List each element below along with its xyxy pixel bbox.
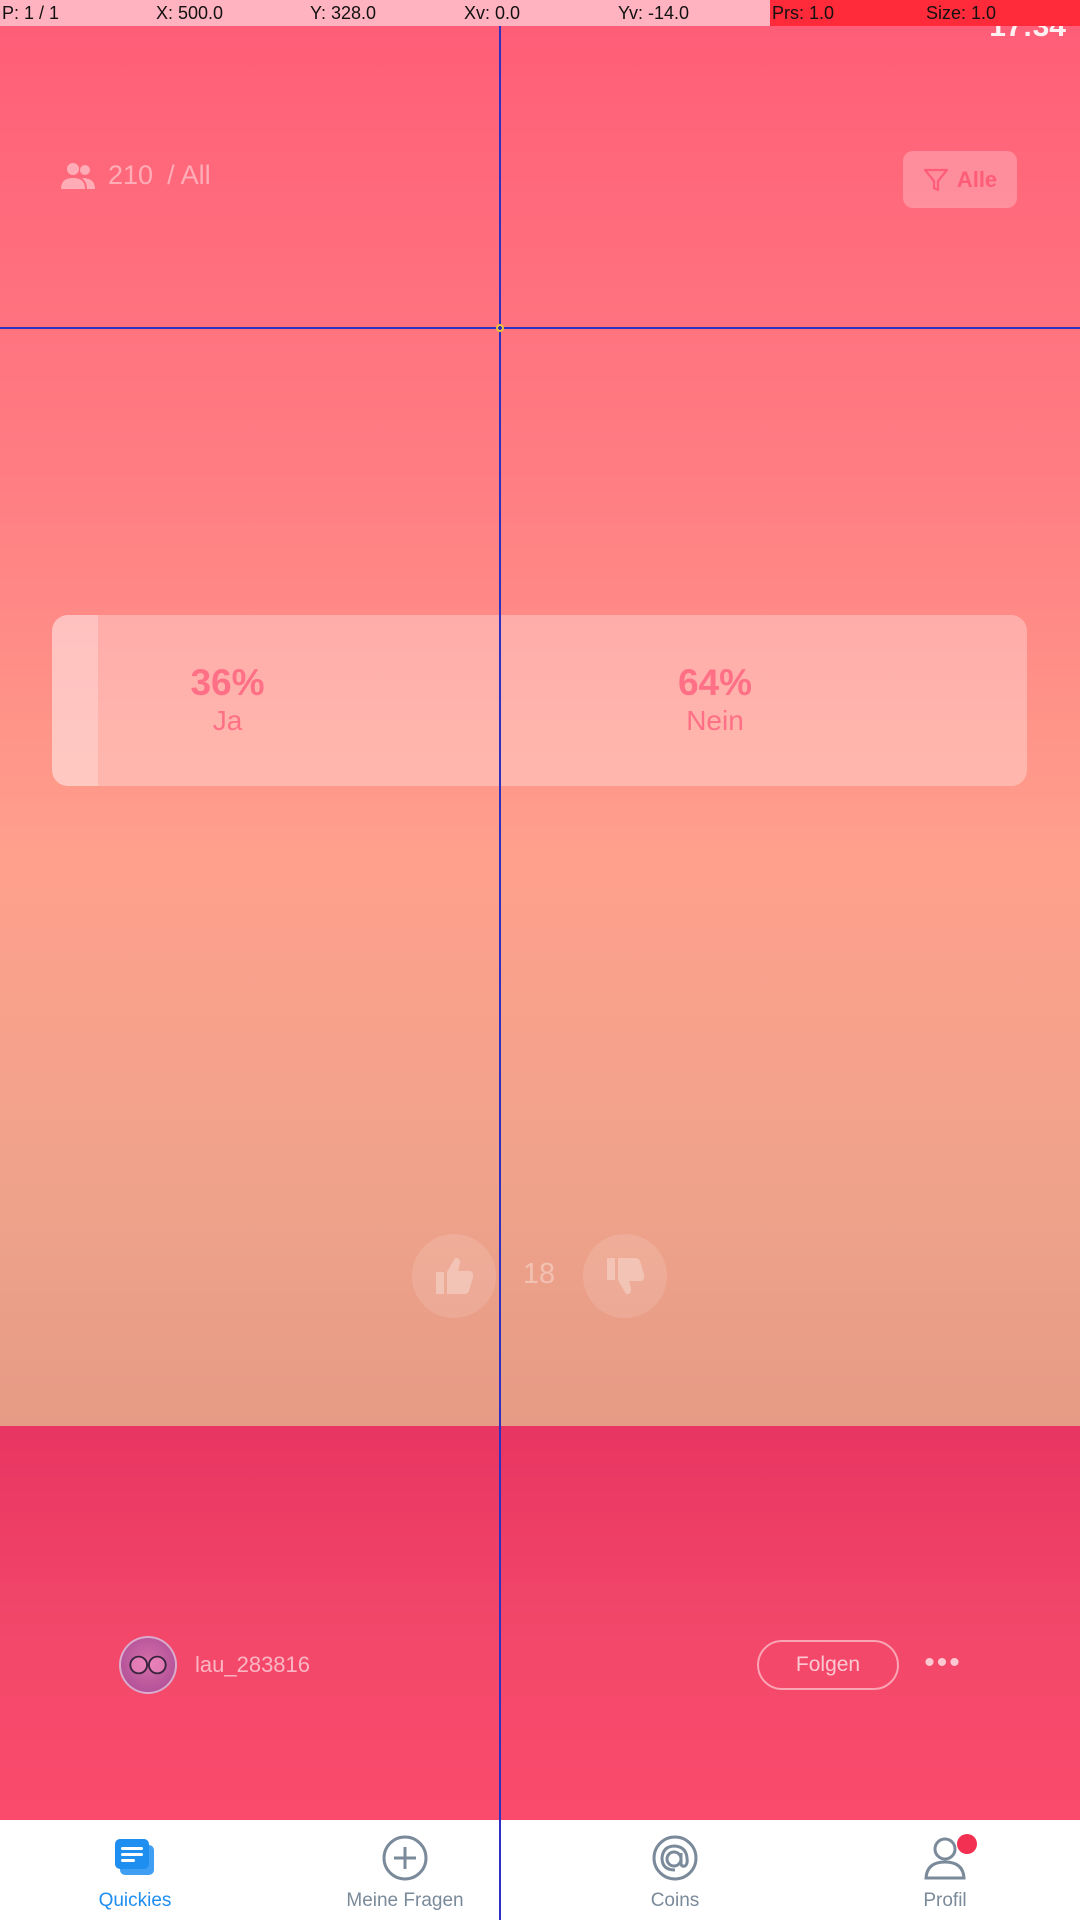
notification-badge [957, 1834, 977, 1854]
avatar[interactable] [119, 1636, 177, 1694]
pointer-debug-bar: P: 1 / 1 X: 500.0 Y: 328.0 Xv: 0.0 Yv: -… [0, 0, 1080, 26]
nav-label: Coins [650, 1890, 700, 1911]
quickies-icon [115, 1839, 154, 1875]
people-icon [61, 162, 95, 189]
debug-size: Size: 1.0 [924, 0, 1080, 26]
filter-icon [923, 168, 948, 191]
debug-pointer-count: P: 1 / 1 [2, 3, 60, 23]
nav-item-quickies[interactable]: Quickies [0, 1820, 270, 1920]
nav-item-profil[interactable]: Profil [810, 1820, 1080, 1920]
follow-button[interactable]: Folgen [757, 1640, 899, 1690]
nav-item-coins[interactable]: Coins [540, 1820, 810, 1920]
downvote-button[interactable] [583, 1234, 667, 1318]
avatar-glasses-icon [129, 1655, 167, 1675]
thumbs-down-icon [607, 1258, 645, 1295]
author-username[interactable]: lau_283816 [195, 1652, 310, 1678]
thumbs-up-icon [436, 1257, 474, 1294]
pointer-crosshair-horizontal [0, 327, 1080, 329]
nav-label: Meine Fragen [346, 1890, 464, 1911]
poll-option-label: Ja [212, 704, 243, 736]
add-circle-icon [382, 1835, 428, 1881]
upvote-button[interactable] [412, 1234, 496, 1318]
pointer-crosshair-vertical [499, 26, 501, 1920]
audience-scope: / All [167, 160, 211, 190]
author-section [0, 1426, 1080, 1820]
poll-option-yes[interactable]: 36% Ja [52, 615, 403, 786]
more-options-button[interactable]: ••• [920, 1646, 966, 1679]
audience-count: 210 [108, 160, 154, 190]
nav-label: Quickies [98, 1890, 172, 1911]
nav-label: Profil [923, 1890, 967, 1911]
filter-button[interactable]: Alle [903, 151, 1017, 208]
poll-option-percent: 64% [677, 661, 753, 703]
debug-xv: Xv: 0.0 [464, 3, 521, 23]
poll-option-label: Nein [686, 704, 744, 736]
debug-y: Y: 328.0 [310, 3, 377, 23]
filter-label: Alle [956, 166, 998, 192]
poll-option-no[interactable]: 64% Nein [403, 615, 1027, 786]
debug-yv: Yv: -14.0 [618, 3, 690, 23]
vote-count: 18 [522, 1258, 556, 1290]
at-coin-icon [652, 1835, 698, 1881]
debug-pressure: Prs: 1.0 [770, 0, 924, 26]
poll-result-bar[interactable]: 36% Ja 64% Nein [52, 615, 1027, 786]
audience-indicator: 210 / All [60, 160, 211, 191]
pointer-touch-point [496, 324, 504, 332]
poll-option-percent: 36% [190, 661, 265, 703]
debug-x: X: 500.0 [156, 3, 224, 23]
bottom-navigation: Quickies Meine Fragen Coins Profil [0, 1820, 1080, 1920]
